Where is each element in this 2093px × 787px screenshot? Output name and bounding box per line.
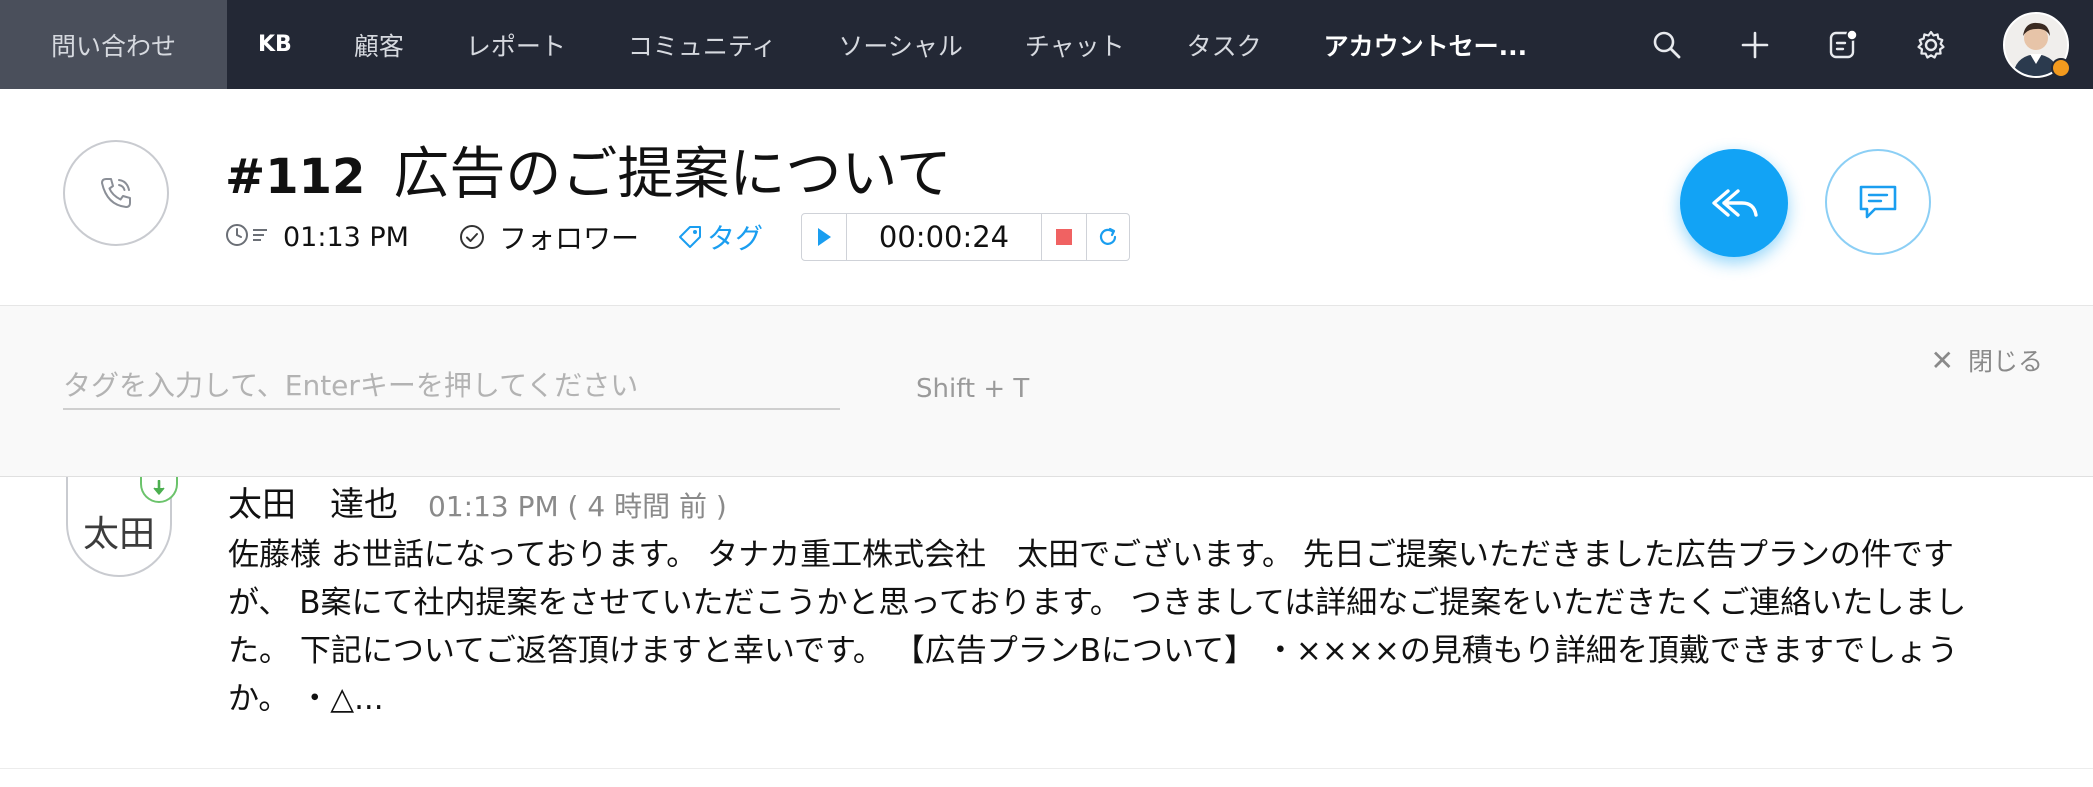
close-icon: ✕ [1930, 343, 1954, 377]
tag-input[interactable] [63, 362, 840, 410]
status-badge [2051, 58, 2071, 78]
ticket-number: #112 [225, 149, 366, 205]
search-icon[interactable] [1623, 0, 1711, 89]
comment-icon [1859, 185, 1897, 219]
ticket-time: 01:13 PM [283, 221, 409, 253]
page-title: 広告のご提案について [393, 142, 952, 207]
top-navigation: 問い合わせ KB 顧客 レポート コミュニティ ソーシャル チャット タスク ア… [0, 0, 2093, 89]
play-icon[interactable] [802, 214, 848, 260]
tag-input-bar: Shift + T ✕ 閉じる [0, 305, 2093, 477]
nav-tab-community[interactable]: コミュニティ [597, 0, 808, 89]
stop-icon[interactable] [1042, 214, 1088, 260]
clock-icon [225, 222, 271, 252]
nav-tab-tasks[interactable]: タスク [1156, 0, 1293, 89]
sender-avatar-text: 太田 [82, 514, 155, 555]
phone-channel-icon [63, 140, 169, 246]
nav-tab-account-center[interactable]: アカウントセー... [1293, 0, 1559, 89]
tag-label: タグ [707, 222, 764, 255]
reply-all-button[interactable] [1680, 149, 1788, 257]
nav-tab-kb[interactable]: KB [227, 0, 323, 89]
plus-icon[interactable] [1711, 0, 1799, 89]
follower-label: フォロワー [498, 222, 639, 255]
time-tracker: 00:00:24 [801, 213, 1131, 261]
ticket-title-row: #112 広告のご提案について [225, 129, 952, 210]
sender-name: 太田 達也 [228, 485, 398, 525]
close-label: 閉じる [1967, 347, 2043, 376]
comment-button[interactable] [1825, 149, 1931, 255]
follow-button[interactable]: フォロワー [459, 217, 639, 257]
ticket-meta: 01:13 PM フォロワー タグ 00:00:24 [225, 213, 1131, 261]
message-time: 01:13 PM ( 4 時間 前 ) [428, 490, 727, 523]
shortcut-hint: Shift + T [916, 374, 1030, 404]
nav-tab-chat[interactable]: チャット [994, 0, 1156, 89]
notification-icon[interactable] [1799, 0, 1887, 89]
reset-icon[interactable] [1087, 214, 1129, 260]
nav-tab-customers[interactable]: 顧客 [323, 0, 435, 89]
close-button[interactable]: ✕ 閉じる [1931, 342, 2043, 378]
reply-all-icon [1712, 189, 1758, 217]
gear-icon[interactable] [1887, 0, 1975, 89]
check-circle-icon [459, 224, 485, 250]
sender-row: 太田 達也 01:13 PM ( 4 時間 前 ) [228, 477, 727, 526]
timer-value: 00:00:24 [847, 214, 1043, 260]
user-avatar[interactable] [2003, 12, 2071, 78]
ticket-header: #112 広告のご提案について 01:13 PM フォロワー タグ 00:00:… [0, 89, 2093, 305]
tag-button[interactable]: タグ [677, 217, 763, 257]
nav-tab-reports[interactable]: レポート [435, 0, 597, 89]
thread-item[interactable]: 太田 太田 達也 01:13 PM ( 4 時間 前 ) 佐藤様 お世話になって… [0, 477, 2093, 769]
nav-tab-social[interactable]: ソーシャル [807, 0, 994, 89]
nav-tab-tickets[interactable]: 問い合わせ [0, 0, 227, 89]
message-body: 佐藤様 お世話になっております。 タナカ重工株式会社 太田でございます。 先日ご… [228, 537, 1967, 717]
tag-icon [677, 224, 703, 250]
nav-icon-group [1623, 0, 1975, 89]
